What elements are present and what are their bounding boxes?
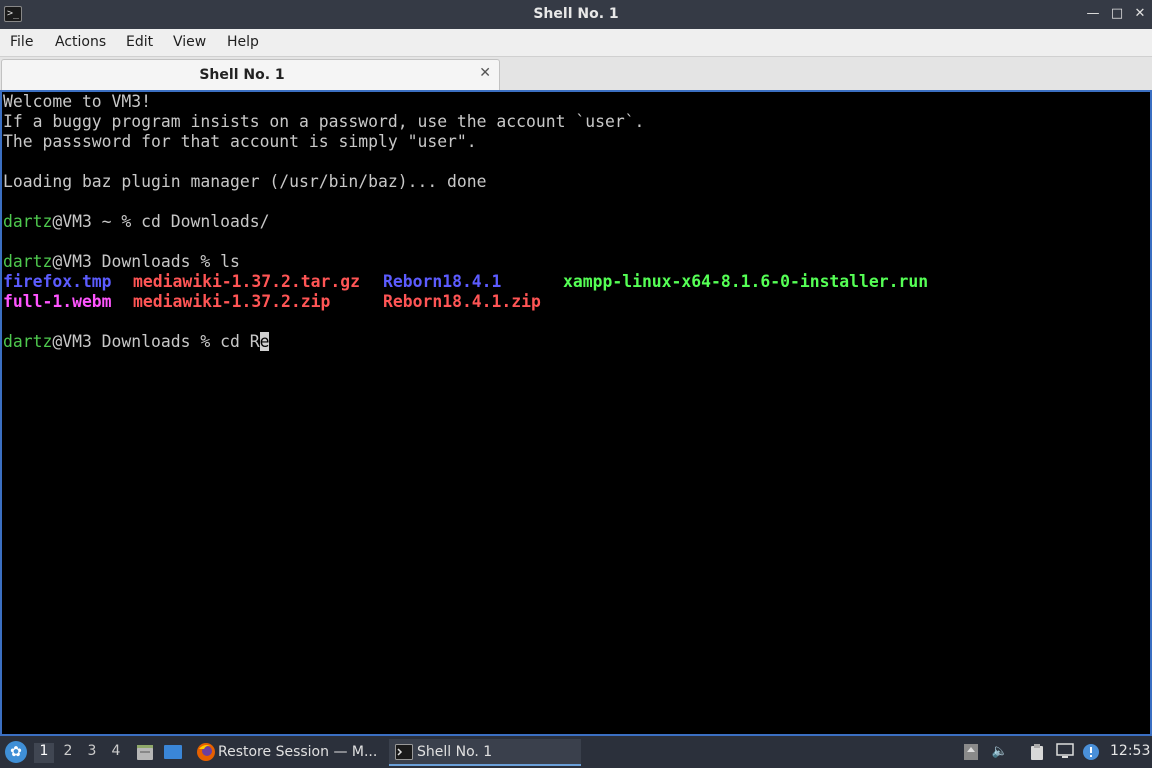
file-manager-icon[interactable] — [135, 742, 155, 762]
updates-icon[interactable] — [962, 743, 980, 761]
menu-actions[interactable]: Actions — [55, 34, 106, 50]
prompt-user: dartz — [3, 252, 53, 271]
menu-file[interactable]: File — [10, 34, 33, 50]
tab-close-icon[interactable]: ✕ — [479, 65, 491, 81]
window-titlebar: >_ Shell No. 1 — □ ✕ — [0, 0, 1152, 29]
prompt-host-path: @VM3 Downloads % — [52, 332, 221, 351]
minimize-icon[interactable]: — — [1084, 5, 1102, 23]
task-label: Shell No. 1 — [417, 744, 493, 760]
ls-entry-reborn-dir: Reborn18.4.1 — [383, 272, 502, 291]
app-launcher-icon[interactable]: ✿ — [5, 741, 27, 763]
ls-output-row: full-1.webm mediawiki-1.37.2.zip Reborn1… — [3, 292, 644, 312]
ls-entry-full-webm: full-1.webm — [3, 292, 112, 311]
workspace-3[interactable]: 3 — [82, 743, 102, 763]
notification-icon[interactable] — [1082, 743, 1100, 761]
window-title: Shell No. 1 — [533, 6, 619, 22]
menu-edit[interactable]: Edit — [126, 34, 153, 50]
command-text: ls — [220, 252, 240, 271]
menu-help[interactable]: Help — [227, 34, 259, 50]
menu-view[interactable]: View — [173, 34, 206, 50]
ls-entry-mediawiki-tar: mediawiki-1.37.2.tar.gz — [133, 272, 360, 291]
workspace-1[interactable]: 1 — [34, 743, 54, 763]
firefox-icon — [197, 743, 215, 761]
terminal-icon — [395, 744, 413, 760]
ls-entry-mediawiki-zip: mediawiki-1.37.2.zip — [133, 292, 331, 311]
tab-bar: Shell No. 1 ✕ — [0, 57, 1152, 90]
ls-entry-reborn-zip: Reborn18.4.1.zip — [383, 292, 541, 311]
task-firefox[interactable]: Restore Session — M... — [193, 739, 383, 766]
ls-entry-xampp-installer: xampp-linux-x64-8.1.6-0-installer.run — [563, 272, 929, 291]
terminal-line: The passsword for that account is simply… — [3, 132, 477, 151]
tab-shell-1[interactable]: Shell No. 1 ✕ — [1, 59, 500, 90]
prompt-user: dartz — [3, 332, 53, 351]
prompt-host-path: @VM3 ~ % — [52, 212, 142, 231]
maximize-icon[interactable]: □ — [1108, 5, 1126, 23]
text-cursor: e — [259, 332, 270, 351]
taskbar: ✿ 1 2 3 4 Restore Session — M... Shell N… — [0, 736, 1152, 768]
terminal-view[interactable]: Welcome to VM3! If a buggy program insis… — [0, 90, 1152, 736]
terminal-line: If a buggy program insists on a password… — [3, 112, 645, 131]
show-desktop-icon[interactable] — [163, 742, 183, 762]
clipboard-icon[interactable] — [1028, 743, 1046, 761]
prompt-line: dartz@VM3 Downloads % ls — [3, 252, 644, 272]
close-icon[interactable]: ✕ — [1131, 5, 1149, 23]
menu-bar: File Actions Edit View Help — [0, 29, 1152, 57]
command-text: cd Downloads/ — [141, 212, 270, 231]
clock[interactable]: 12:53 — [1110, 743, 1150, 759]
ls-output-row: firefox.tmp mediawiki-1.37.2.tar.gz Rebo… — [3, 272, 928, 292]
prompt-line: dartz@VM3 Downloads % cd Re — [3, 332, 644, 352]
workspace-4[interactable]: 4 — [106, 743, 126, 763]
network-icon[interactable] — [1056, 743, 1074, 761]
prompt-user: dartz — [3, 212, 53, 231]
terminal-line: Welcome to VM3! — [3, 92, 152, 111]
tab-label: Shell No. 1 — [199, 67, 285, 83]
volume-icon[interactable]: 🔈 — [991, 743, 1009, 761]
terminal-line: Loading baz plugin manager (/usr/bin/baz… — [3, 172, 487, 191]
prompt-host-path: @VM3 Downloads % — [52, 252, 221, 271]
ls-entry-firefox-tmp: firefox.tmp — [3, 272, 112, 291]
workspace-2[interactable]: 2 — [58, 743, 78, 763]
task-label: Restore Session — M... — [218, 744, 378, 760]
task-shell[interactable]: Shell No. 1 — [389, 739, 581, 766]
command-text: cd R — [220, 332, 260, 351]
prompt-line: dartz@VM3 ~ % cd Downloads/ — [3, 212, 644, 232]
